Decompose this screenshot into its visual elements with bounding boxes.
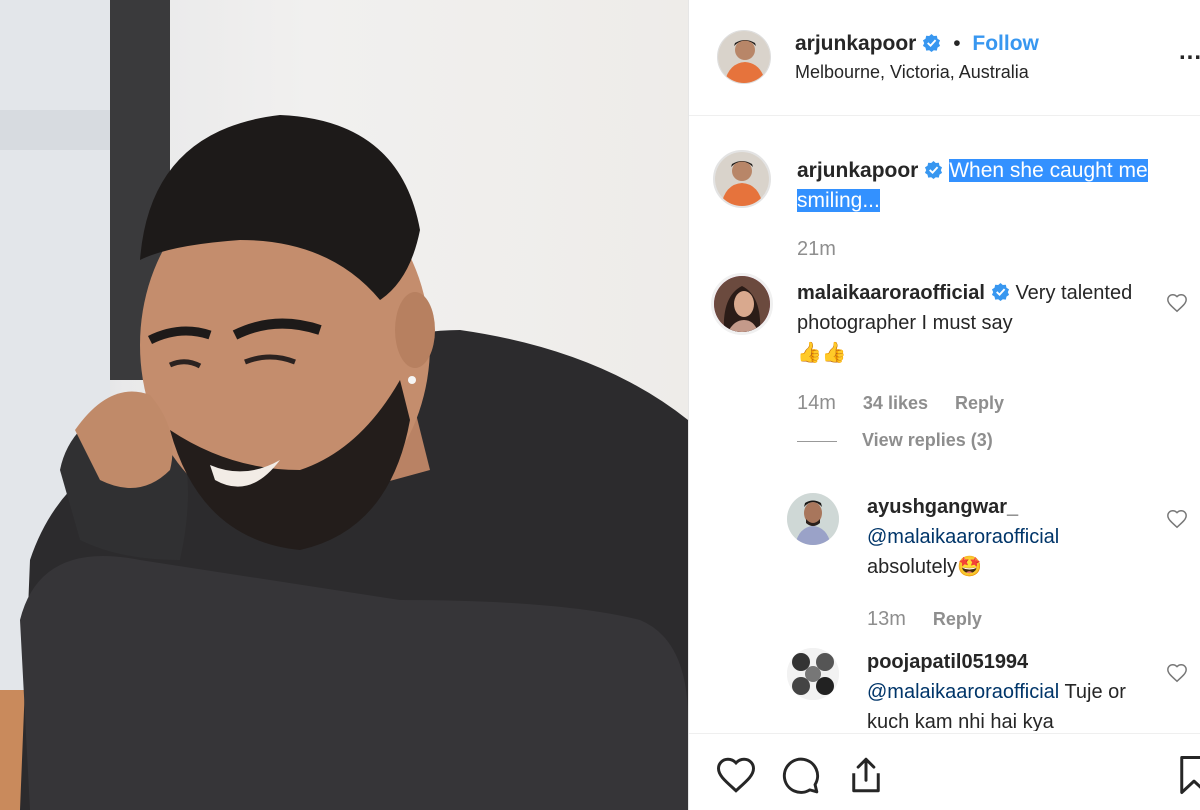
post-detail-pane: arjunkapoor • Follow Melbourne, Victoria…: [689, 0, 1200, 810]
comment-mention[interactable]: @malaikaaroraofficial: [867, 681, 1059, 703]
comment-timestamp[interactable]: 13m: [867, 608, 906, 630]
comment-meta: 13m Reply: [867, 608, 1004, 631]
comment-likes[interactable]: 34 likes: [863, 393, 928, 413]
post-location[interactable]: Melbourne, Victoria, Australia: [795, 62, 1029, 83]
commenter-username[interactable]: poojapatil051994: [867, 651, 1028, 673]
commenter-avatar[interactable]: [711, 273, 773, 335]
like-comment-heart-icon[interactable]: [1166, 292, 1188, 314]
post-action-bar: [689, 733, 1200, 810]
heart-icon[interactable]: [715, 754, 757, 796]
post-image: [0, 0, 688, 810]
commenter-avatar[interactable]: [787, 493, 839, 545]
verified-badge-icon: [923, 33, 941, 52]
commenter-username[interactable]: malaikaaroraofficial: [797, 282, 985, 304]
caption-timestamp[interactable]: 21m: [797, 238, 836, 261]
caption-username[interactable]: arjunkapoor: [797, 159, 918, 182]
reply-button[interactable]: Reply: [933, 609, 982, 629]
view-replies-button[interactable]: View replies (3): [797, 430, 993, 451]
verified-badge-icon: [991, 282, 1009, 301]
follow-button[interactable]: Follow: [972, 32, 1039, 55]
author-avatar[interactable]: [717, 30, 771, 84]
comment-body: malaikaaroraofficial Very talented photo…: [797, 278, 1147, 368]
post-header: arjunkapoor • Follow Melbourne, Victoria…: [689, 0, 1200, 116]
view-replies-label: View replies (3): [862, 430, 993, 450]
commenter-avatar[interactable]: [787, 648, 839, 700]
comment-emoji: 🤩: [957, 556, 982, 578]
comment-meta: 14m 34 likes Reply: [797, 392, 1026, 415]
comment-timestamp[interactable]: 14m: [797, 392, 836, 414]
comment-body: ayushgangwar_ @malaikaaroraofficial abso…: [867, 492, 1167, 582]
share-icon[interactable]: [845, 754, 887, 796]
commenter-username[interactable]: ayushgangwar_: [867, 496, 1018, 518]
like-comment-heart-icon[interactable]: [1166, 508, 1188, 530]
view-replies-dash: [797, 440, 837, 442]
like-comment-heart-icon[interactable]: [1166, 662, 1188, 684]
comment-icon[interactable]: [779, 754, 821, 796]
more-options-icon[interactable]: ...: [1179, 38, 1200, 66]
comment-emoji: 👍👍: [797, 342, 847, 364]
comment-body: poojapatil051994 @malaikaaroraofficial T…: [867, 647, 1167, 731]
reply-button[interactable]: Reply: [955, 393, 1004, 413]
bookmark-icon[interactable]: [1173, 754, 1200, 796]
header-line: arjunkapoor • Follow: [795, 32, 1039, 56]
comment-text: absolutely: [867, 556, 958, 578]
caption-text: arjunkapoor When she caught me smiling..…: [797, 156, 1192, 216]
caption-author-avatar[interactable]: [713, 150, 771, 208]
author-username[interactable]: arjunkapoor: [795, 32, 916, 55]
verified-badge-icon: [925, 160, 943, 179]
comment-mention[interactable]: @malaikaaroraofficial: [867, 526, 1059, 548]
header-separator: •: [953, 32, 961, 55]
post-photo[interactable]: [0, 0, 688, 810]
